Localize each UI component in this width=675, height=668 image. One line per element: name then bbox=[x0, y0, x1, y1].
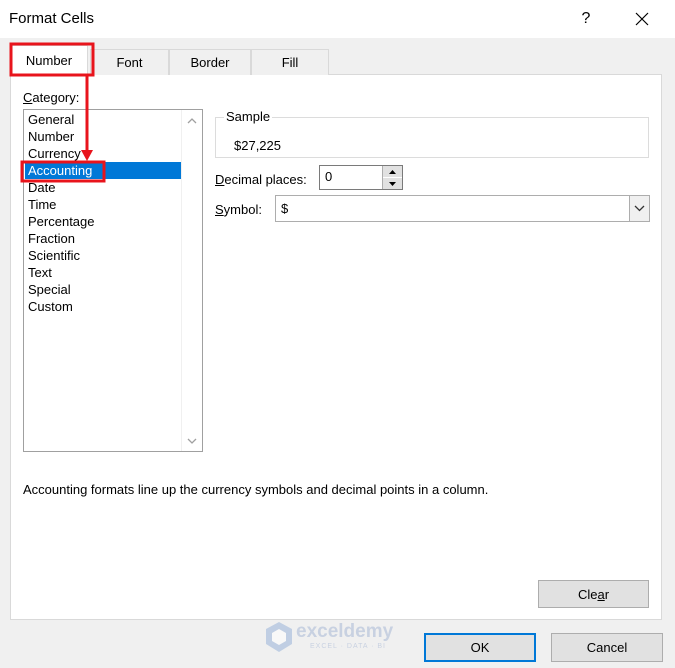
scroll-down-button[interactable] bbox=[182, 432, 202, 449]
symbol-select[interactable]: $ bbox=[275, 195, 650, 222]
category-label: Category: bbox=[23, 90, 80, 105]
category-item-general[interactable]: General bbox=[25, 111, 181, 128]
help-button[interactable]: ? bbox=[568, 4, 604, 34]
symbol-dropdown-button[interactable] bbox=[629, 196, 649, 221]
category-item-custom[interactable]: Custom bbox=[25, 298, 181, 315]
sample-box: Sample $27,225 bbox=[215, 109, 649, 158]
tab-border[interactable]: Border bbox=[169, 49, 251, 75]
category-scrollbar[interactable] bbox=[181, 110, 202, 451]
scroll-down-icon bbox=[187, 438, 197, 444]
cancel-button[interactable]: Cancel bbox=[551, 633, 663, 662]
format-description: Accounting formats line up the currency … bbox=[23, 482, 489, 497]
tab-fill[interactable]: Fill bbox=[251, 49, 329, 75]
spin-down-icon bbox=[389, 181, 396, 186]
watermark-name: exceldemy bbox=[296, 621, 394, 642]
category-item-currency[interactable]: Currency bbox=[25, 145, 181, 162]
spin-up-button[interactable] bbox=[383, 166, 402, 177]
decimal-places-spinner bbox=[382, 166, 402, 189]
tab-font[interactable]: Font bbox=[90, 49, 169, 75]
watermark-tagline: EXCEL · DATA · BI bbox=[310, 643, 386, 650]
category-list[interactable]: General Number Currency Accounting Date … bbox=[23, 109, 203, 452]
category-item-fraction[interactable]: Fraction bbox=[25, 230, 181, 247]
close-button[interactable] bbox=[624, 4, 660, 34]
category-item-scientific[interactable]: Scientific bbox=[25, 247, 181, 264]
symbol-value: $ bbox=[281, 201, 289, 216]
decimal-places-input[interactable]: 0 bbox=[319, 165, 403, 190]
exceldemy-watermark: exceldemy EXCEL · DATA · BI bbox=[264, 619, 414, 655]
close-icon bbox=[635, 12, 649, 26]
scroll-up-icon bbox=[187, 117, 197, 123]
clear-button[interactable]: Cle a r bbox=[538, 580, 649, 608]
spin-down-button[interactable] bbox=[383, 178, 402, 189]
number-tab-panel: Category: General Number Currency Accoun… bbox=[10, 74, 662, 620]
tab-number[interactable]: Number bbox=[10, 45, 88, 76]
sample-legend: Sample bbox=[224, 109, 273, 124]
symbol-label: Symbol: bbox=[215, 202, 262, 217]
category-item-number[interactable]: Number bbox=[25, 128, 181, 145]
ok-button[interactable]: OK bbox=[424, 633, 536, 662]
dropdown-arrow-icon bbox=[634, 205, 645, 212]
exceldemy-logo-icon bbox=[266, 622, 292, 652]
scroll-up-button[interactable] bbox=[182, 112, 202, 129]
sample-value: $27,225 bbox=[234, 138, 281, 153]
decimal-places-label: Decimal places: bbox=[215, 172, 307, 187]
category-item-special[interactable]: Special bbox=[25, 281, 181, 298]
category-item-date[interactable]: Date bbox=[25, 179, 181, 196]
category-item-text[interactable]: Text bbox=[25, 264, 181, 281]
category-item-percentage[interactable]: Percentage bbox=[25, 213, 181, 230]
spin-up-icon bbox=[389, 169, 396, 174]
title-bar: Format Cells ? bbox=[0, 0, 675, 38]
decimal-places-value: 0 bbox=[325, 169, 333, 184]
window-title: Format Cells bbox=[9, 10, 95, 27]
category-item-time[interactable]: Time bbox=[25, 196, 181, 213]
category-item-accounting[interactable]: Accounting bbox=[25, 162, 181, 179]
